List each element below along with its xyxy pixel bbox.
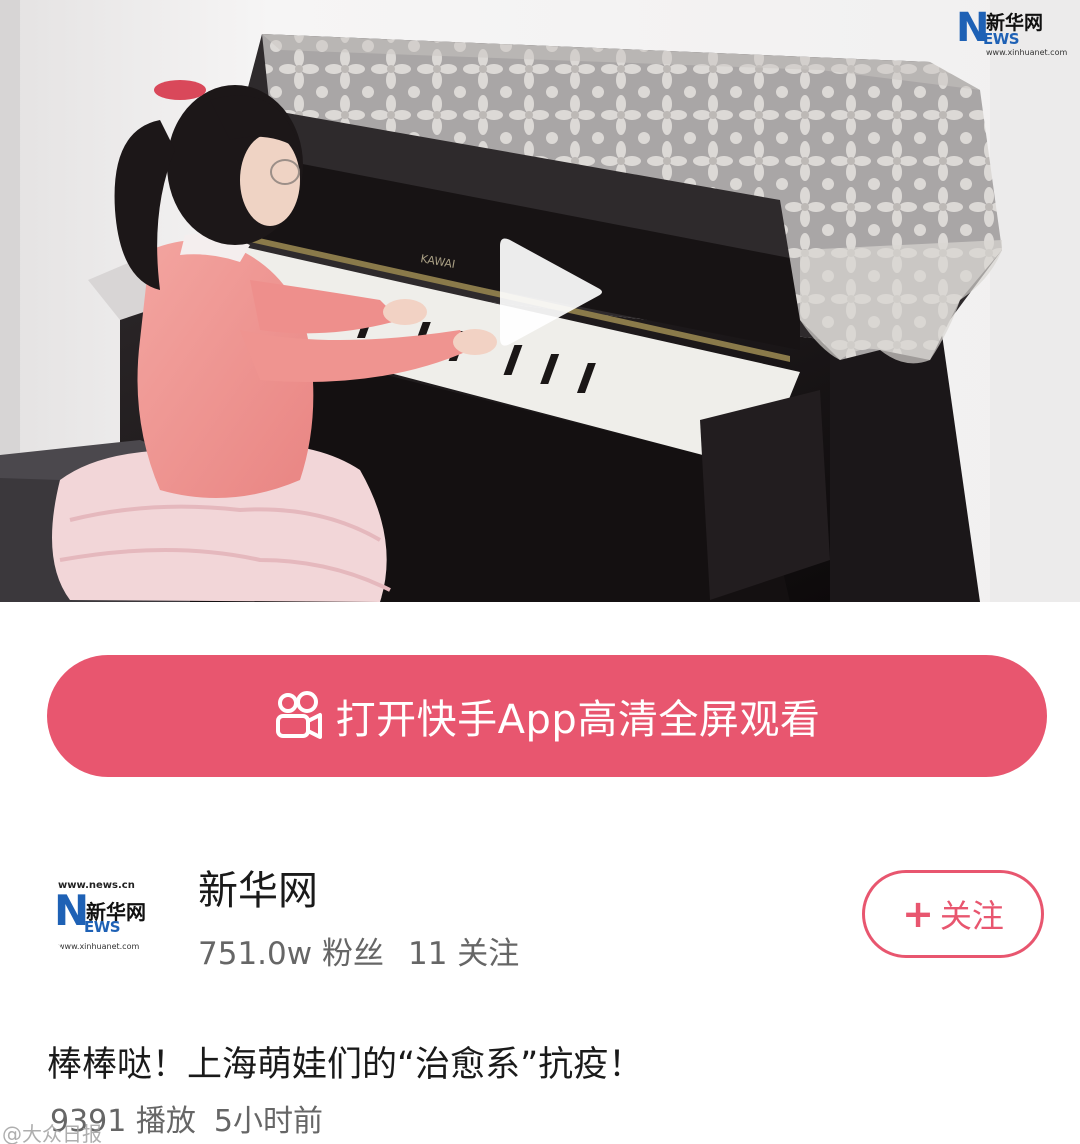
source-watermark: @大众日报 <box>2 1122 102 1144</box>
following-count: 11 关注 <box>407 936 520 972</box>
author-name[interactable]: 新华网 <box>198 858 318 916</box>
avatar-url-bottom: www.xinhuanet.com <box>58 942 140 951</box>
kuaishou-share-page: KAWAI N 新华网 EWS www.xinhuanet.com 打开快手Ap… <box>0 0 1080 1144</box>
follower-count: 751.0w 粉丝 <box>198 936 384 972</box>
open-kuaishou-app-button[interactable]: 打开快手App高清全屏观看 <box>47 655 1047 777</box>
play-icon[interactable] <box>490 232 610 352</box>
watermark-sub: EWS <box>983 30 1020 48</box>
xinhua-watermark-logo: N 新华网 EWS www.xinhuanet.com <box>956 6 1068 60</box>
follow-button[interactable]: + 关注 <box>862 870 1044 958</box>
open-app-label: 打开快手App高清全屏观看 <box>335 697 821 743</box>
watermark-url: www.xinhuanet.com <box>986 48 1068 57</box>
author-avatar[interactable]: www.news.cn N 新华网 EWS www.xinhuanet.com <box>48 850 164 970</box>
video-caption: 棒棒哒！上海萌娃们的“治愈系”抗疫！ <box>47 1045 644 1085</box>
video-player[interactable]: KAWAI N 新华网 EWS www.xinhuanet.com <box>0 0 1080 602</box>
kuaishou-camera-icon <box>274 691 324 741</box>
author-stats: 751.0w 粉丝 11 关注 <box>198 928 519 973</box>
avatar-sub: EWS <box>84 918 121 936</box>
post-time: 5小时前 <box>213 1104 323 1139</box>
plus-icon: + <box>902 892 934 936</box>
follow-label: 关注 <box>939 897 1004 935</box>
